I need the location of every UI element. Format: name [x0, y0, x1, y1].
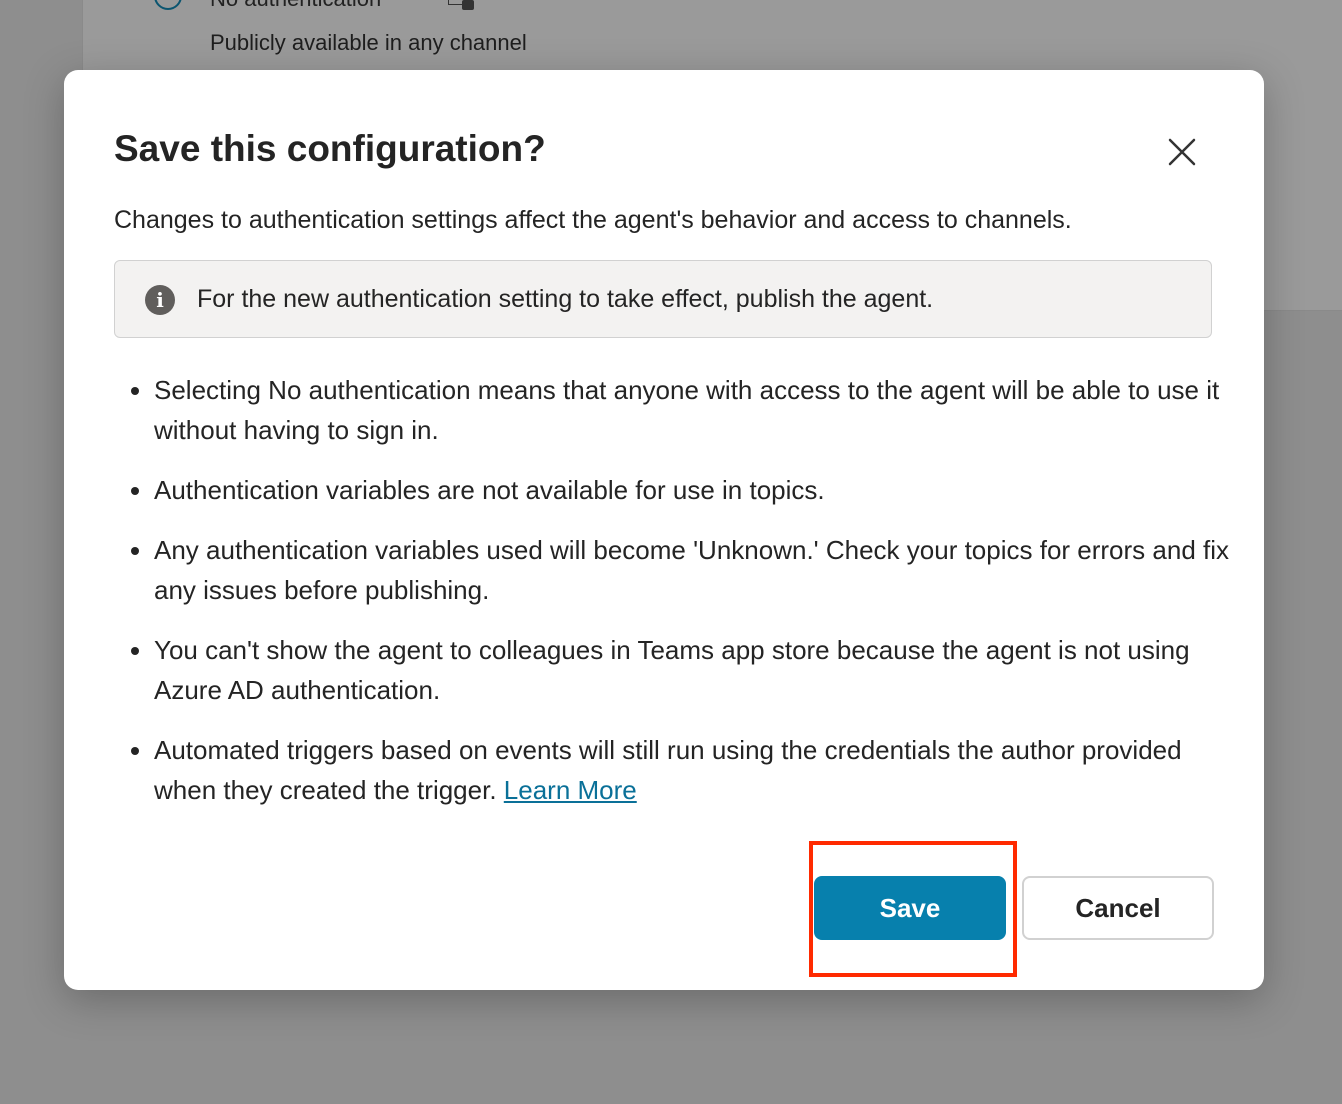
save-button[interactable]: Save [814, 876, 1006, 940]
option-description: Publicly available in any channel [210, 30, 527, 55]
learn-more-link[interactable]: Learn More [504, 775, 637, 805]
close-icon[interactable] [1164, 134, 1200, 170]
list-item-text: Automated triggers based on events will … [154, 735, 1182, 805]
cancel-button[interactable]: Cancel [1022, 876, 1214, 940]
list-item: You can't show the agent to colleagues i… [154, 630, 1244, 710]
option-title: No authentication [210, 0, 381, 12]
dialog-description: Changes to authentication settings affec… [114, 206, 1072, 234]
list-item: Automated triggers based on events will … [154, 730, 1244, 810]
info-icon: i [145, 285, 175, 315]
list-item: Selecting No authentication means that a… [154, 370, 1244, 450]
info-message: For the new authentication setting to ta… [197, 285, 934, 313]
save-configuration-dialog: Save this configuration? Changes to auth… [64, 70, 1264, 990]
info-banner: i For the new authentication setting to … [114, 260, 1212, 338]
list-item: Authentication variables are not availab… [154, 470, 1244, 510]
list-item: Any authentication variables used will b… [154, 530, 1244, 610]
warning-list: Selecting No authentication means that a… [114, 370, 1244, 830]
dialog-title: Save this configuration? [114, 128, 546, 169]
lock-icon-body [462, 0, 474, 10]
